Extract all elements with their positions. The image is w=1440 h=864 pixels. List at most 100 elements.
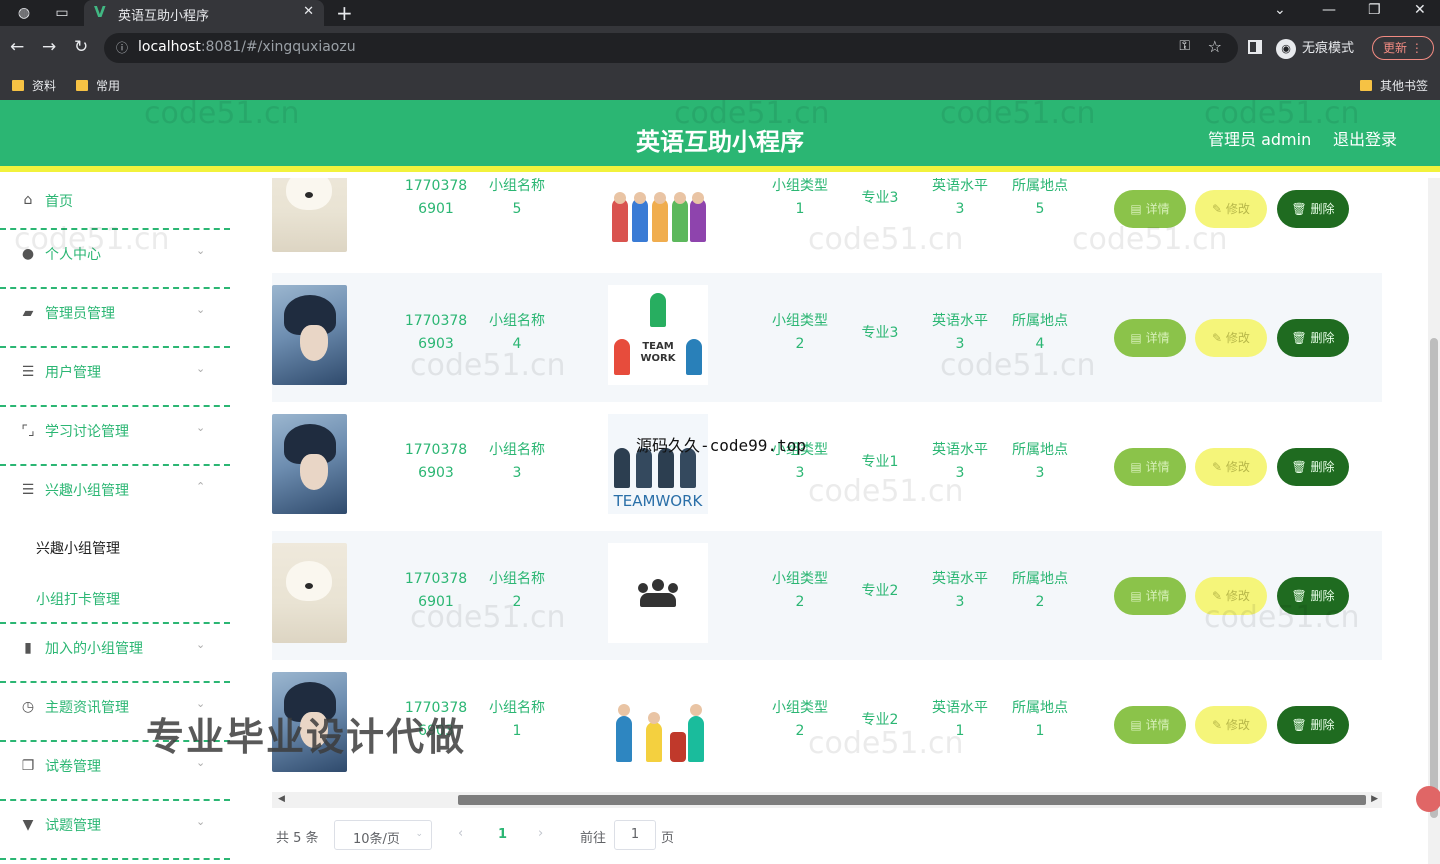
detail-button[interactable]: ▤ 详情 — [1114, 319, 1186, 357]
chevron-down-icon: ⌄ — [196, 815, 206, 828]
horizontal-scroll-thumb[interactable] — [458, 795, 1366, 805]
group-type-cell: 小组类型 2 — [772, 313, 828, 352]
admin-label: 管理员 admin — [1208, 130, 1312, 149]
horizontal-scrollbar[interactable]: ◀ ▶ — [272, 792, 1382, 808]
logout-link[interactable]: 退出登录 — [1333, 126, 1397, 150]
sidebar-item-questions[interactable]: ▼ 试题管理 ⌄ — [0, 801, 230, 860]
sidebar: ⌂ 首页 ● 个人中心 ⌄ ▰ 管理员管理 ⌄ ☰ 用户管理 ⌄ ⌜⌟ 学习讨论… — [0, 178, 230, 864]
close-tab-icon[interactable]: ✕ — [303, 4, 314, 19]
image-caption: TEAM WORK — [640, 341, 676, 364]
sidebar-item-home[interactable]: ⌂ 首页 — [0, 178, 230, 230]
sidebar-item-joined-groups[interactable]: ▮ 加入的小组管理 ⌄ — [0, 624, 230, 683]
group-name-cell: 小组名称 4 — [489, 313, 545, 352]
watermark-banner: 专业毕业设计代做 — [146, 715, 467, 759]
clock-icon: ◷ — [21, 699, 35, 715]
level-cell: 英语水平 3 — [932, 442, 988, 481]
delete-button[interactable]: 🗑 删除 — [1277, 448, 1349, 486]
submenu-item-checkin[interactable]: 小组打卡管理 — [0, 572, 230, 624]
group-type-cell: 小组类型 1 — [772, 178, 828, 217]
pagination: 共 5 条 10条/页 ⌄ ‹ 1 › 前往 1 页 — [272, 818, 872, 852]
new-tab-icon[interactable]: + — [336, 1, 353, 25]
folder-icon — [12, 80, 24, 91]
account-cell: 1770378 6901 — [404, 178, 468, 217]
detail-button[interactable]: ▤ 详情 — [1114, 448, 1186, 486]
delete-button[interactable]: 🗑 删除 — [1277, 577, 1349, 615]
chevron-down-icon: ⌄ — [415, 829, 423, 839]
detail-button[interactable]: ▤ 详情 — [1114, 190, 1186, 228]
scroll-right-icon[interactable]: ▶ — [1371, 794, 1378, 804]
close-window-icon[interactable]: ✕ — [1414, 2, 1426, 18]
restore-icon[interactable]: ❐ — [1368, 2, 1381, 18]
account-cell: 1770378 6903 — [404, 442, 468, 481]
avatar — [272, 178, 347, 252]
site-info-icon[interactable]: ⓘ — [116, 39, 128, 56]
other-bookmarks[interactable]: 其他书签 — [1360, 77, 1428, 94]
major-cell: 专业2 — [861, 583, 899, 599]
delete-button[interactable]: 🗑 删除 — [1277, 319, 1349, 357]
sidebar-item-users[interactable]: ☰ 用户管理 ⌄ — [0, 348, 230, 407]
group-type-cell: 小组类型 2 — [772, 571, 828, 610]
image-caption: TEAMWORK — [613, 492, 703, 510]
detail-button[interactable]: ▤ 详情 — [1114, 706, 1186, 744]
tab-list-icon[interactable]: ⌄ — [1274, 2, 1286, 18]
reload-icon[interactable]: ↻ — [74, 37, 88, 57]
page-number[interactable]: 1 — [498, 827, 507, 842]
prev-page-icon[interactable]: ‹ — [458, 826, 463, 841]
group-name-cell: 小组名称 5 — [489, 178, 545, 217]
major-cell: 专业1 — [861, 454, 899, 470]
edit-button[interactable]: ✎ 修改 — [1195, 706, 1267, 744]
location-cell: 所属地点 4 — [1012, 313, 1068, 352]
next-page-icon[interactable]: › — [538, 826, 543, 841]
bookmark-folder-common[interactable]: 常用 — [76, 77, 120, 94]
chevron-up-icon: ⌃ — [196, 480, 206, 493]
watermark-text: 源码久久-code99.top — [636, 436, 806, 455]
chevron-down-icon: ⌄ — [196, 362, 206, 375]
password-key-icon[interactable]: ⚿ — [1179, 38, 1190, 54]
side-panel-icon[interactable] — [1248, 40, 1262, 54]
avatar — [272, 543, 347, 643]
list-icon: ☰ — [21, 482, 35, 498]
edit-button[interactable]: ✎ 修改 — [1195, 448, 1267, 486]
group-image-people — [608, 178, 708, 252]
bookmark-folder-docs[interactable]: 资料 — [12, 77, 56, 94]
incognito-indicator[interactable]: ◉ 无痕模式 — [1276, 37, 1354, 59]
location-cell: 所属地点 2 — [1012, 571, 1068, 610]
account-cell: 1770378 6901 — [404, 571, 468, 610]
users-group-icon — [638, 579, 678, 609]
back-icon[interactable]: ← — [10, 37, 24, 57]
sidebar-item-interest-groups[interactable]: ☰ 兴趣小组管理 ⌃ — [0, 466, 230, 521]
vue-icon: V — [94, 3, 106, 21]
avatar — [272, 285, 347, 385]
group-image-office-team — [608, 672, 708, 772]
delete-button[interactable]: 🗑 删除 — [1277, 706, 1349, 744]
bookmark-star-icon[interactable]: ☆ — [1208, 37, 1222, 56]
goto-page-input[interactable]: 1 — [614, 820, 656, 850]
browser-menu-icon[interactable]: ◍ — [14, 3, 34, 23]
forward-icon[interactable]: → — [42, 37, 56, 57]
detail-button[interactable]: ▤ 详情 — [1114, 577, 1186, 615]
minimize-icon[interactable]: — — [1322, 2, 1336, 18]
edit-button[interactable]: ✎ 修改 — [1195, 190, 1267, 228]
avatar — [272, 414, 347, 514]
vertical-scroll-thumb[interactable] — [1430, 338, 1438, 818]
group-image-business-team: TEAMWORK — [608, 414, 708, 514]
tab-search-icon[interactable]: ▭ — [52, 3, 72, 23]
sidebar-item-discussion[interactable]: ⌜⌟ 学习讨论管理 ⌄ — [0, 407, 230, 466]
delete-button[interactable]: 🗑 删除 — [1277, 190, 1349, 228]
group-image-users-icon — [608, 543, 708, 643]
page-size-select[interactable]: 10条/页 ⌄ — [334, 820, 432, 850]
page-suffix: 页 — [661, 831, 675, 846]
scroll-left-icon[interactable]: ◀ — [278, 794, 285, 804]
edit-button[interactable]: ✎ 修改 — [1195, 319, 1267, 357]
edit-button[interactable]: ✎ 修改 — [1195, 577, 1267, 615]
level-cell: 英语水平 3 — [932, 571, 988, 610]
url-input[interactable]: ⓘ localhost:8081/#/xingquxiaozu ⚿ ☆ — [104, 33, 1238, 63]
browser-tab[interactable]: V 英语互助小程序 ✕ — [84, 0, 324, 26]
sidebar-item-personal[interactable]: ● 个人中心 ⌄ — [0, 230, 230, 289]
update-button[interactable]: 更新 ⋮ — [1372, 36, 1434, 60]
group-image-teamwork: TEAM WORK — [608, 285, 708, 385]
submenu-item-interest-groups[interactable]: 兴趣小组管理 — [0, 522, 230, 572]
sidebar-item-admin[interactable]: ▰ 管理员管理 ⌄ — [0, 289, 230, 348]
address-bar-row: ← → ↻ ⓘ localhost:8081/#/xingquxiaozu ⚿ … — [0, 26, 1440, 70]
vertical-scrollbar[interactable] — [1428, 178, 1440, 864]
